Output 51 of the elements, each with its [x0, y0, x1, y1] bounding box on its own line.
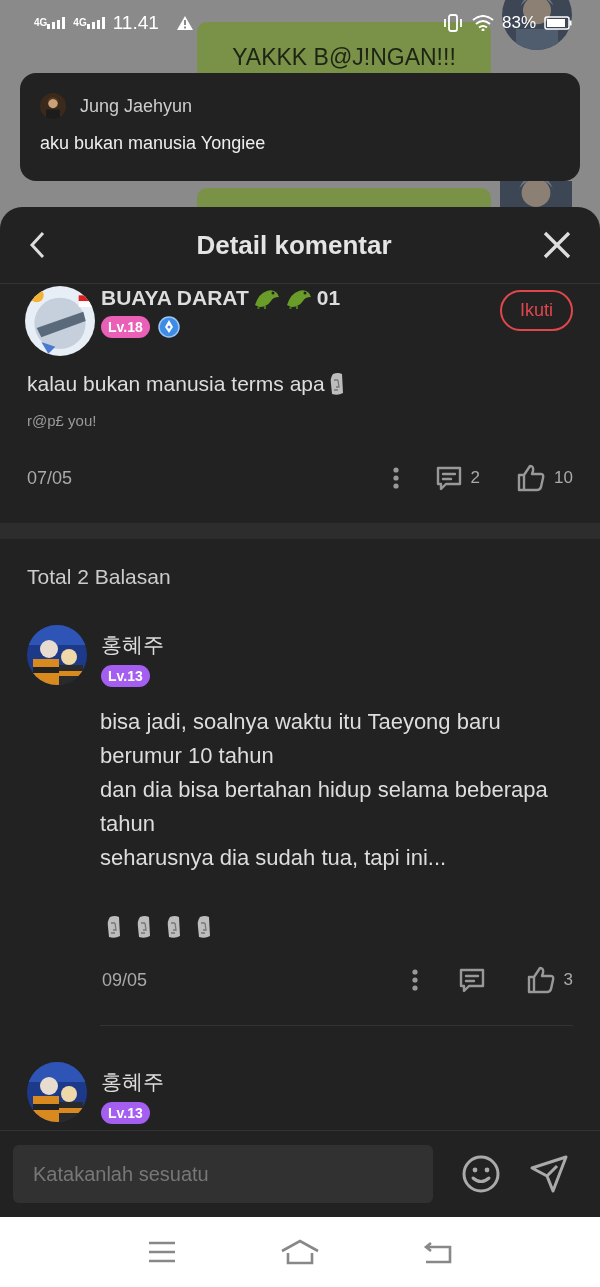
send-icon[interactable]	[529, 1154, 569, 1194]
comment-icon[interactable]	[434, 465, 463, 491]
warning-icon	[176, 16, 193, 30]
moai-icon	[166, 915, 182, 939]
emoji-icon[interactable]	[461, 1154, 501, 1194]
home-icon[interactable]	[280, 1239, 320, 1265]
signature-text: r@p£ you!	[27, 412, 98, 429]
level-badge: Lv.13	[101, 1102, 150, 1124]
sender-name: Jung Jaehyun	[80, 95, 193, 117]
like-icon[interactable]	[525, 965, 556, 995]
more-icon[interactable]	[392, 467, 399, 489]
close-icon[interactable]	[542, 230, 572, 260]
menu-icon[interactable]	[146, 1240, 177, 1264]
level-badge: Lv.13	[101, 665, 150, 687]
reply-text: bisa jadi, soalnya waktu itu Taeyong baru berumur 10 tahun dan dia bisa bertahan hidup selama beberapa tahun seharusnya dia sudah tua, tapi ini...	[100, 708, 549, 872]
comment-date: 09/05	[102, 969, 148, 991]
author-name: BUAYA DARAT	[101, 286, 249, 310]
comment-date: 07/05	[27, 467, 73, 489]
network-label: 4G	[34, 17, 48, 28]
comment-text: kalau bukan manusia terms apa	[27, 372, 325, 396]
like-icon[interactable]	[516, 463, 547, 493]
like-count: 10	[554, 468, 573, 488]
vibrate-icon	[441, 14, 464, 32]
back-icon[interactable]	[28, 230, 46, 260]
notification-card[interactable]: Jung Jaehyun aku bukan manusia Yongiee	[20, 73, 580, 181]
battery-icon	[544, 16, 572, 30]
signal-icon	[47, 17, 66, 29]
comment-input[interactable]: Katakanlah sesuatu	[13, 1145, 433, 1203]
wifi-icon	[471, 15, 494, 31]
status-time: 11.41	[112, 12, 159, 34]
sheet-title: Detail komentar	[195, 229, 393, 261]
follow-button[interactable]: Ikuti	[500, 290, 573, 331]
moai-icon	[196, 915, 212, 939]
moai-icon	[136, 915, 152, 939]
moai-icon	[328, 372, 345, 396]
network-label: 4G	[73, 17, 87, 28]
like-count: 3	[563, 970, 573, 990]
replies-header: Total 2 Balasan	[26, 564, 172, 589]
author-name: 홍혜주	[101, 1069, 164, 1095]
more-icon[interactable]	[411, 969, 418, 991]
reply-count: 2	[470, 468, 481, 488]
moai-icon	[106, 915, 122, 939]
comment-icon[interactable]	[457, 967, 486, 993]
back-nav-icon[interactable]	[423, 1240, 454, 1264]
notification-message: aku bukan manusia Yongiee	[40, 133, 267, 154]
author-name-suffix: 01	[316, 286, 341, 310]
author-name: 홍혜주	[101, 632, 164, 658]
battery-percent: 83%	[501, 13, 536, 33]
pen-badge-icon	[157, 316, 180, 338]
signal-icon	[86, 17, 105, 29]
level-badge: Lv.18	[101, 316, 150, 338]
